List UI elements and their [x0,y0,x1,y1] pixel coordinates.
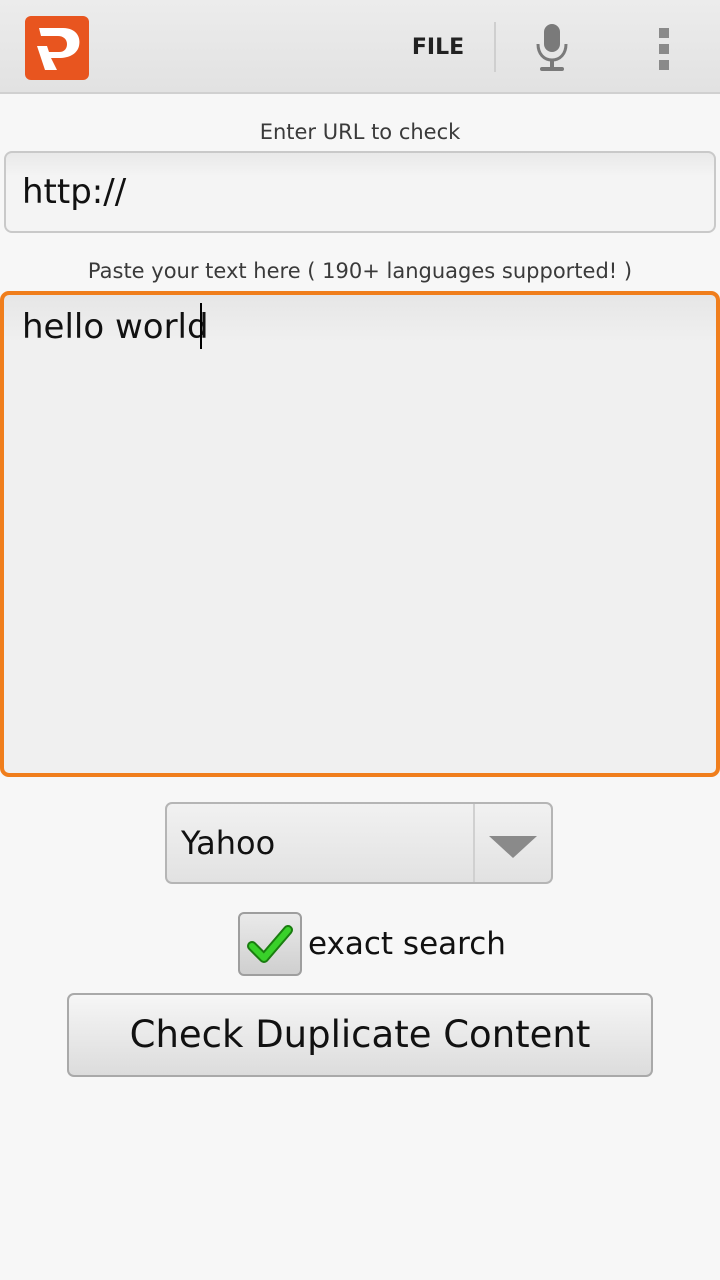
screen: FILE Enter URL to check Paste your text … [0,0,720,1280]
url-input[interactable] [4,151,716,233]
dropdown-divider [473,804,475,882]
overflow-menu-icon[interactable] [640,18,688,78]
exact-search-checkbox[interactable] [238,912,302,976]
url-label: Enter URL to check [259,120,461,144]
check-duplicate-content-button[interactable]: Check Duplicate Content [67,993,653,1077]
text-input-area[interactable]: hello world [0,291,720,777]
search-engine-selected: Yahoo [181,824,276,862]
action-bar-divider [494,22,496,72]
file-button[interactable]: FILE [396,20,480,76]
checkmark-icon [247,925,293,963]
microphone-icon[interactable] [522,18,582,78]
exact-search-label[interactable]: exact search [308,918,506,970]
dropdown-arrow-icon [489,836,537,858]
search-engine-dropdown[interactable]: Yahoo [165,802,553,884]
app-logo-icon[interactable] [25,16,89,80]
action-bar: FILE [0,0,720,94]
text-cursor [200,303,202,349]
text-label: Paste your text here ( 190+ languages su… [87,259,633,283]
